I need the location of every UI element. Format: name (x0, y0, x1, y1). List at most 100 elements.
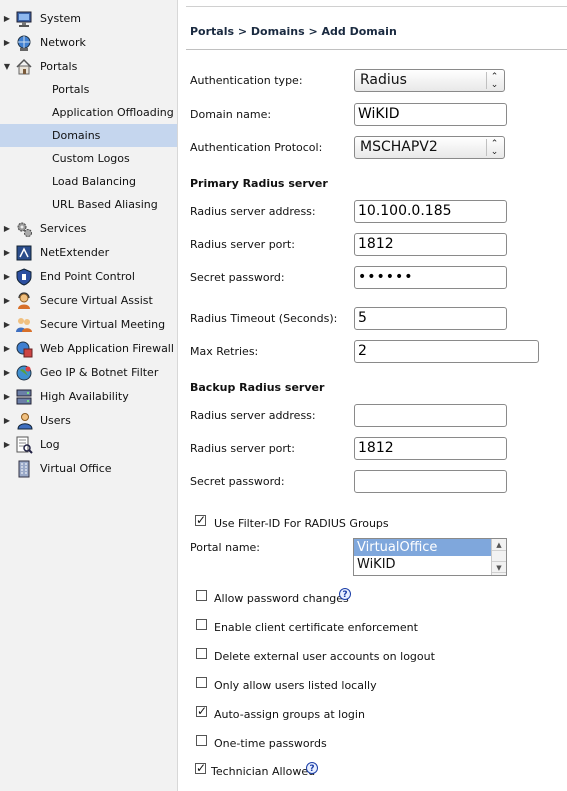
expand-arrow-icon[interactable]: ▶ (2, 272, 12, 281)
expand-arrow-icon[interactable]: ▶ (2, 416, 12, 425)
auth-protocol-label: Authentication Protocol: (190, 141, 323, 154)
scroll-up-icon[interactable]: ▲ (492, 539, 506, 551)
geo-globe-icon (14, 363, 34, 383)
sidebar-subitem-url-based-aliasing[interactable]: URL Based Aliasing (0, 193, 177, 216)
sidebar-item-services[interactable]: ▶ Services (0, 217, 177, 240)
sidebar-item-geo-ip-botnet-filter[interactable]: ▶ Geo IP & Botnet Filter (0, 361, 177, 384)
firewall-globe-icon (14, 339, 34, 359)
backup-port-label: Radius server port: (190, 442, 295, 455)
expand-arrow-icon[interactable]: ▶ (2, 344, 12, 353)
client-cert-enforcement-checkbox[interactable] (196, 619, 207, 630)
auth-protocol-value: MSCHAPV2 (360, 139, 438, 155)
expand-arrow-icon[interactable]: ▶ (2, 440, 12, 449)
expand-arrow-icon[interactable]: ▶ (2, 38, 12, 47)
auth-type-value: Radius (360, 72, 407, 88)
help-icon[interactable]: ? (339, 588, 351, 600)
sidebar-subitem-load-balancing[interactable]: Load Balancing (0, 170, 177, 193)
expand-arrow-icon[interactable]: ▶ (2, 224, 12, 233)
help-icon[interactable]: ? (306, 762, 318, 774)
technician-allowed-checkbox[interactable]: ✓ (195, 762, 206, 774)
sidebar-item-label: Domains (52, 129, 101, 142)
scroll-down-icon[interactable]: ▼ (492, 561, 506, 573)
sidebar-item-secure-virtual-meeting[interactable]: ▶ Secure Virtual Meeting (0, 313, 177, 336)
backup-secret-input[interactable] (354, 470, 507, 493)
auth-protocol-select[interactable]: MSCHAPV2 ⌃ ⌄ (354, 136, 505, 159)
filter-id-checkbox[interactable]: ✓ (195, 514, 206, 526)
only-local-users-checkbox[interactable] (196, 677, 207, 688)
portal-option[interactable]: VirtualOffice (354, 539, 506, 556)
technician-allowed-label: Technician Allowed (211, 765, 316, 778)
expand-arrow-icon[interactable]: ▶ (2, 296, 12, 305)
sidebar-item-netextender[interactable]: ▶ NetExtender (0, 241, 177, 264)
primary-port-label: Radius server port: (190, 238, 295, 251)
primary-secret-label: Secret password: (190, 271, 285, 284)
sidebar-item-label: Load Balancing (52, 175, 136, 188)
auto-assign-groups-label: Auto-assign groups at login (214, 708, 365, 721)
expand-arrow-icon[interactable]: ▶ (2, 14, 12, 23)
sidebar-item-end-point-control[interactable]: ▶ End Point Control (0, 265, 177, 288)
domain-name-label: Domain name: (190, 108, 272, 121)
sidebar-item-label: Secure Virtual Assist (40, 294, 153, 307)
sidebar-subitem-domains[interactable]: Domains (0, 124, 177, 147)
timeout-input[interactable]: 5 (354, 307, 507, 330)
support-person-icon (14, 291, 34, 311)
sidebar-item-label: NetExtender (40, 246, 110, 259)
backup-radius-heading: Backup Radius server (190, 381, 325, 394)
collapse-arrow-icon[interactable]: ▼ (2, 62, 12, 71)
sidebar-item-log[interactable]: ▶ Log (0, 433, 177, 456)
portal-option[interactable]: WiKID (354, 556, 506, 573)
sidebar-item-label: URL Based Aliasing (52, 198, 158, 211)
sidebar-item-label: Portals (40, 60, 78, 73)
sidebar-subitem-application-offloading[interactable]: Application Offloading (0, 101, 177, 124)
sidebar-item-virtual-office[interactable]: Virtual Office (0, 457, 177, 480)
auth-type-select[interactable]: Radius ⌃ ⌄ (354, 69, 505, 92)
primary-address-input[interactable]: 10.100.0.185 (354, 200, 507, 223)
house-icon (14, 57, 34, 77)
sidebar-item-network[interactable]: ▶ Network (0, 31, 177, 54)
sidebar-item-portals[interactable]: ▼ Portals (0, 55, 177, 78)
max-retries-input[interactable]: 2 (354, 340, 539, 363)
max-retries-label: Max Retries: (190, 345, 259, 358)
sidebar-item-secure-virtual-assist[interactable]: ▶ Secure Virtual Assist (0, 289, 177, 312)
backup-port-input[interactable]: 1812 (354, 437, 507, 460)
delete-external-users-checkbox[interactable] (196, 648, 207, 659)
navigation-sidebar: ▶ System ▶ Network ▼ Portals Portals App… (0, 0, 178, 791)
sidebar-item-web-application-firewall[interactable]: ▶ Web Application Firewall (0, 337, 177, 360)
sidebar-subitem-custom-logos[interactable]: Custom Logos (0, 147, 177, 170)
backup-secret-label: Secret password: (190, 475, 285, 488)
primary-port-input[interactable]: 1812 (354, 233, 507, 256)
portal-name-listbox[interactable]: VirtualOffice WiKID ▲ ▼ (353, 538, 507, 576)
servers-icon (14, 387, 34, 407)
expand-arrow-icon[interactable]: ▶ (2, 368, 12, 377)
allow-password-changes-checkbox[interactable] (196, 590, 207, 601)
building-icon (14, 459, 34, 479)
pane-divider (177, 0, 178, 791)
gears-icon (14, 219, 34, 239)
expand-arrow-icon[interactable]: ▶ (2, 392, 12, 401)
sidebar-item-users[interactable]: ▶ Users (0, 409, 177, 432)
sidebar-subitem-portals[interactable]: Portals (0, 78, 177, 101)
sidebar-item-label: Geo IP & Botnet Filter (40, 366, 159, 379)
listbox-scrollbar[interactable]: ▲ ▼ (491, 539, 506, 575)
filter-id-label: Use Filter-ID For RADIUS Groups (214, 517, 389, 530)
log-magnifier-icon (14, 435, 34, 455)
sidebar-item-system[interactable]: ▶ System (0, 7, 177, 30)
sidebar-item-label: System (40, 12, 82, 25)
netextender-icon (14, 243, 34, 263)
users-icon (14, 411, 34, 431)
primary-radius-heading: Primary Radius server (190, 177, 328, 190)
primary-secret-input[interactable]: •••••• (354, 266, 507, 289)
one-time-passwords-checkbox[interactable] (196, 735, 207, 746)
network-globe-icon (14, 33, 34, 53)
backup-address-input[interactable] (354, 404, 507, 427)
sidebar-item-label: Secure Virtual Meeting (40, 318, 166, 331)
delete-external-users-label: Delete external user accounts on logout (214, 650, 435, 663)
domain-name-input[interactable]: WiKID (354, 103, 507, 126)
auto-assign-groups-checkbox[interactable]: ✓ (196, 705, 207, 717)
sidebar-item-label: Virtual Office (40, 462, 112, 475)
expand-arrow-icon[interactable]: ▶ (2, 248, 12, 257)
sidebar-item-high-availability[interactable]: ▶ High Availability (0, 385, 177, 408)
expand-arrow-icon[interactable]: ▶ (2, 320, 12, 329)
auth-type-label: Authentication type: (190, 74, 303, 87)
sidebar-item-label: Services (40, 222, 87, 235)
